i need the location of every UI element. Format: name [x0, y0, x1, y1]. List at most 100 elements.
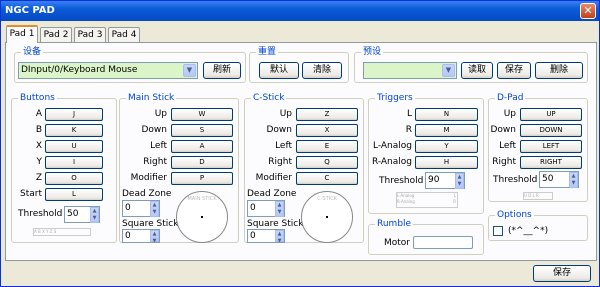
buttons-threshold-input[interactable]: 50 ▲ ▼: [64, 206, 100, 223]
trigger-r-binding[interactable]: M: [415, 124, 478, 137]
main-stick-down-binding[interactable]: S: [171, 124, 233, 137]
trigger-l-binding[interactable]: N: [415, 108, 478, 121]
main-stick-preview-label: MAIN STICK: [187, 196, 217, 202]
spin-arrows-icon: ▲ ▼: [150, 230, 159, 244]
default-button[interactable]: 默认: [259, 62, 299, 79]
device-group: 设备 DInput/0/Keyboard Mouse ▼ 刷新: [14, 46, 246, 83]
dpad-group-title: D-Pad: [495, 92, 526, 104]
options-checkbox[interactable]: [493, 226, 503, 236]
button-y-binding[interactable]: I: [45, 156, 103, 169]
options-checkbox-label: (*^__^*): [508, 226, 549, 236]
window-title: NGC PAD: [5, 5, 55, 16]
reset-group-title: 重置: [256, 46, 279, 58]
triggers-threshold-value: 90: [428, 175, 440, 185]
tab-pad-3[interactable]: Pad 3: [74, 27, 106, 42]
button-a-label: A: [35, 109, 42, 119]
save-button[interactable]: 保存: [533, 265, 591, 282]
device-select-value: DInput/0/Keyboard Mouse: [21, 65, 138, 75]
rumble-group: Rumble Motor: [368, 218, 484, 255]
buttons-threshold-label: Threshold: [18, 209, 63, 219]
preset-select[interactable]: ▼: [363, 62, 457, 79]
c-stick-down-label: Down: [266, 125, 292, 135]
button-x-label: X: [35, 141, 42, 151]
buttons-group-title: Buttons: [18, 92, 57, 104]
triggers-threshold-input[interactable]: 90 ▲ ▼: [425, 172, 465, 189]
main-stick-group-title: Main Stick: [126, 92, 177, 104]
triggers-preview-r-analog: R-Analog: [397, 199, 415, 204]
device-group-title: 设备: [21, 46, 44, 58]
preset-group: 预设 ▼ 读取 保存 删除: [354, 46, 588, 83]
reset-group: 重置 默认 清除: [249, 46, 349, 83]
dpad-down-binding[interactable]: DOWN: [520, 124, 582, 137]
button-b-binding[interactable]: K: [45, 124, 103, 137]
triggers-preview: L-Analog L R-Analog R: [396, 192, 458, 208]
main-stick-position-dot: [201, 216, 203, 218]
clear-button[interactable]: 清除: [302, 62, 342, 79]
c-stick-right-binding[interactable]: Q: [296, 156, 358, 169]
main-stick-up-binding[interactable]: W: [171, 108, 233, 121]
button-b-label: B: [35, 125, 42, 135]
device-select[interactable]: DInput/0/Keyboard Mouse ▼: [18, 62, 198, 79]
c-stick-left-label: Left: [275, 141, 292, 151]
c-stick-up-label: Up: [279, 109, 292, 119]
c-stick-deadzone-value: 0: [250, 203, 256, 213]
save-preset-button[interactable]: 保存: [497, 62, 531, 79]
dpad-threshold-input[interactable]: 50 ▲ ▼: [539, 171, 579, 188]
c-stick-left-binding[interactable]: E: [296, 140, 358, 153]
trigger-l-label: L: [406, 109, 412, 119]
triggers-preview-r: R: [453, 199, 456, 204]
c-stick-modifier-binding[interactable]: C: [296, 172, 358, 185]
rumble-motor-label: Motor: [384, 238, 411, 248]
trigger-r-analog-binding[interactable]: H: [415, 156, 478, 169]
tab-pad-4[interactable]: Pad 4: [108, 27, 140, 42]
main-stick-preview: MAIN STICK: [176, 191, 228, 243]
dpad-up-binding[interactable]: UP: [520, 108, 582, 121]
buttons-threshold-value: 50: [67, 209, 79, 219]
rumble-motor-binding[interactable]: [413, 236, 473, 249]
c-stick-deadzone-input[interactable]: 0 ▲ ▼: [247, 200, 285, 217]
dpad-preview: U D L R: [523, 192, 553, 200]
triggers-threshold-label: Threshold: [379, 176, 424, 186]
dpad-left-binding[interactable]: LEFT: [520, 140, 582, 153]
c-stick-up-binding[interactable]: Z: [296, 108, 358, 121]
refresh-button[interactable]: 刷新: [203, 62, 241, 79]
main-stick-square-input[interactable]: 0 ▲ ▼: [122, 229, 160, 244]
main-stick-down-label: Down: [141, 125, 167, 135]
rumble-group-title: Rumble: [375, 218, 414, 230]
main-stick-right-label: Right: [143, 157, 167, 167]
main-stick-right-binding[interactable]: D: [171, 156, 233, 169]
chevron-down-icon: ▼: [183, 64, 196, 77]
chevron-down-icon: ▼: [442, 64, 455, 77]
main-stick-deadzone-value: 0: [125, 203, 131, 213]
button-z-binding[interactable]: O: [45, 172, 103, 185]
trigger-l-analog-binding[interactable]: Y: [415, 140, 478, 153]
options-group-title: Options: [495, 209, 534, 221]
tab-pad-2[interactable]: Pad 2: [40, 27, 72, 42]
dpad-down-label: Down: [490, 125, 516, 135]
button-a-binding[interactable]: J: [45, 108, 103, 121]
dpad-right-binding[interactable]: RIGHT: [520, 156, 582, 169]
button-z-label: Z: [35, 173, 42, 183]
main-stick-left-label: Left: [150, 141, 167, 151]
spin-arrows-icon: ▲ ▼: [275, 230, 284, 244]
preset-group-title: 预设: [361, 46, 384, 58]
main-stick-modifier-binding[interactable]: P: [171, 172, 233, 185]
tab-pad-1[interactable]: Pad 1: [6, 25, 38, 43]
c-stick-modifier-label: Modifier: [255, 173, 292, 183]
main-stick-deadzone-input[interactable]: 0 ▲ ▼: [122, 200, 160, 217]
button-x-binding[interactable]: U: [45, 140, 103, 153]
delete-preset-button[interactable]: 删除: [535, 62, 583, 79]
c-stick-square-input[interactable]: 0 ▲ ▼: [247, 229, 285, 244]
c-stick-down-binding[interactable]: X: [296, 124, 358, 137]
close-icon[interactable]: ✕: [580, 3, 596, 19]
trigger-r-label: R: [405, 125, 412, 135]
button-start-binding[interactable]: L: [45, 188, 103, 201]
dpad-left-label: Left: [499, 141, 516, 151]
main-stick-group: Main Stick Up W Down S Left A Right D Mo…: [119, 92, 239, 244]
c-stick-position-dot: [326, 216, 328, 218]
main-stick-left-binding[interactable]: A: [171, 140, 233, 153]
title-bar: NGC PAD ✕: [1, 1, 599, 21]
load-preset-button[interactable]: 读取: [461, 62, 493, 79]
pad-panel: 设备 DInput/0/Keyboard Mouse ▼ 刷新 重置 默认 清除…: [5, 42, 597, 261]
main-stick-up-label: Up: [154, 109, 167, 119]
